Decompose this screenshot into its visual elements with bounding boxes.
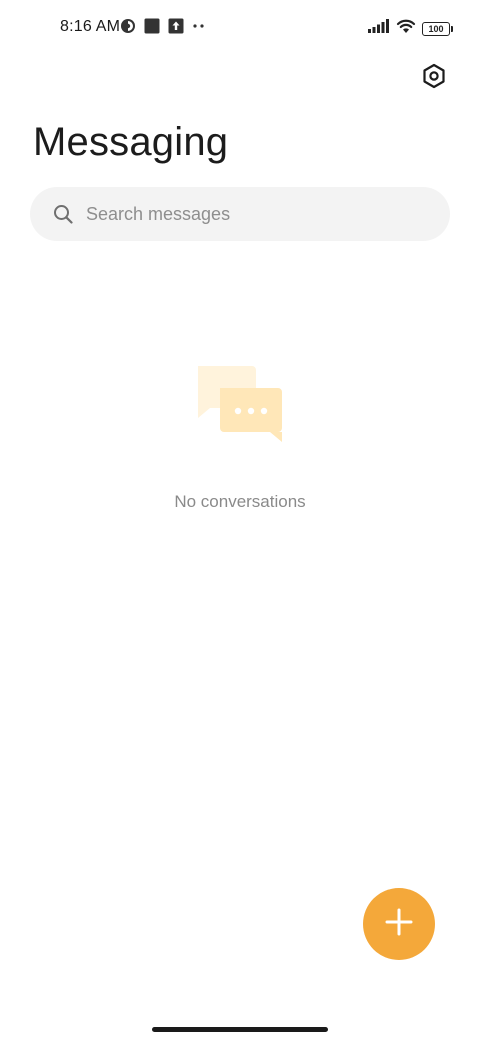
plus-icon [384,907,414,942]
settings-hex-icon [421,63,447,94]
status-system-icons: 100 [368,18,453,39]
messaging-screen: 8:16 AM 100 Messaging Search messages No… [0,0,480,1040]
chat-bubbles-icon [0,360,480,450]
search-icon [52,203,74,225]
new-message-button[interactable] [363,888,435,960]
search-input[interactable] [84,202,428,226]
status-bar: 8:16 AM 100 [0,0,480,56]
empty-state: No conversations [0,360,480,512]
battery-icon: 100 [422,21,453,36]
home-indicator[interactable] [152,1027,328,1032]
empty-state-text: No conversations [174,492,306,511]
more-dots-icon [192,18,206,39]
search-bar[interactable] [30,187,450,241]
square-notification-icon [144,18,160,39]
signal-icon [368,19,390,38]
data-saver-icon [120,18,136,39]
page-title: Messaging [33,120,229,164]
wifi-icon [396,18,416,39]
status-notification-icons [120,18,206,39]
upload-notification-icon [168,18,184,39]
status-time: 8:16 AM [60,18,121,35]
settings-button[interactable] [418,62,450,94]
